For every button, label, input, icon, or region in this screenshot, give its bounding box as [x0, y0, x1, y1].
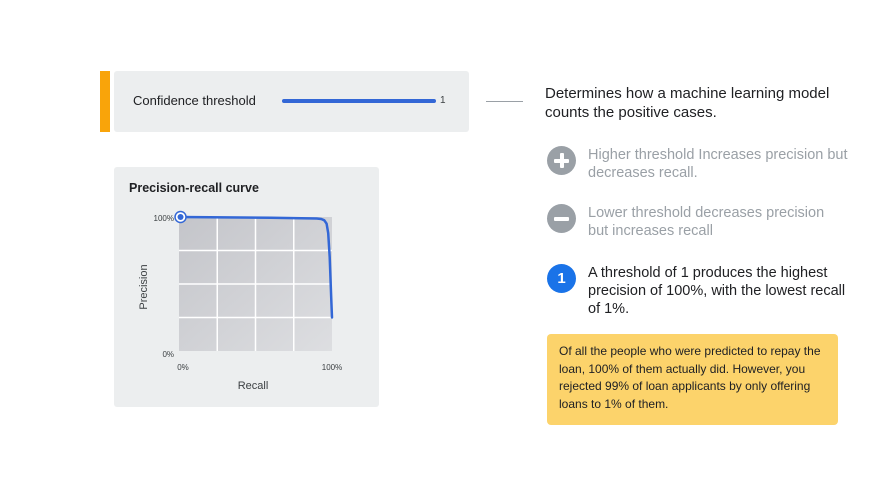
x-tick-min: 0% [177, 363, 189, 372]
threshold-slider[interactable] [282, 99, 436, 103]
threshold-label: Confidence threshold [133, 93, 256, 108]
precision-recall-chart: Precision-recall curve 100% 0% 0% 100% R… [114, 167, 379, 407]
hint-text: Lower threshold decreases precision but … [588, 205, 825, 239]
connector-line [486, 101, 523, 102]
y-tick-max: 100% [154, 214, 174, 223]
hint-current-threshold: 1 A threshold of 1 produces the highest … [547, 264, 847, 320]
plus-circle-icon [547, 146, 576, 175]
number-one-icon: 1 [547, 264, 576, 293]
threshold-value: 1 [440, 95, 446, 106]
x-axis-label: Recall [238, 380, 269, 392]
y-axis-label: Precision [138, 264, 150, 309]
minus-circle-icon [547, 204, 576, 233]
hint-text: Higher threshold Increases precision but… [588, 147, 848, 181]
y-tick-min: 0% [162, 350, 174, 359]
threshold-description: Determines how a machine learning model … [545, 85, 830, 121]
threshold-control: Confidence threshold 1 [114, 71, 469, 132]
x-tick-max: 100% [322, 363, 342, 372]
explanation-note: Of all the people who were predicted to … [547, 334, 838, 425]
threshold-point [177, 214, 184, 220]
chart-plot: 100% 0% 0% 100% Recall Precision [138, 210, 342, 392]
hint-lower-threshold: Lower threshold decreases precision but … [547, 204, 847, 244]
hint-higher-threshold: Higher threshold Increases precision but… [547, 146, 848, 186]
accent-bar [100, 71, 110, 132]
hint-text: A threshold of 1 produces the highest pr… [588, 265, 846, 317]
